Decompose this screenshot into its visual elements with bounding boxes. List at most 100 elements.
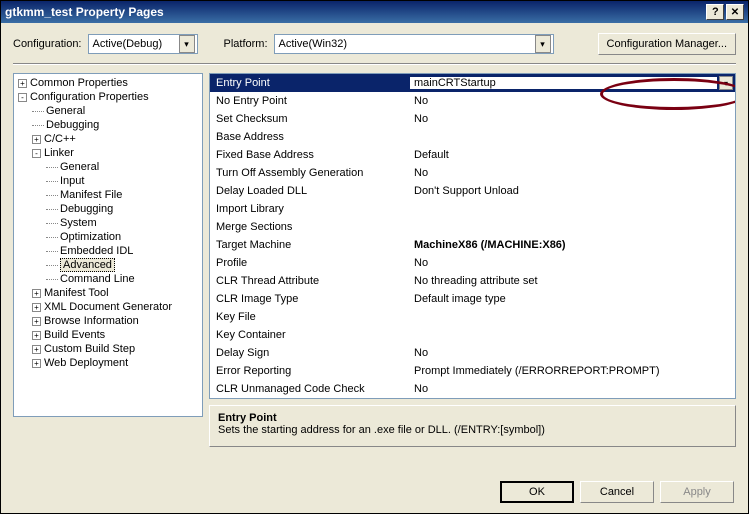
expand-icon[interactable]: +: [32, 135, 41, 144]
close-icon[interactable]: ✕: [726, 4, 744, 20]
property-value[interactable]: MachineX86 (/MACHINE:X86): [410, 239, 735, 251]
tree-item[interactable]: Input: [16, 174, 200, 188]
tree-item[interactable]: +C/C++: [16, 132, 200, 146]
expand-icon[interactable]: -: [18, 93, 27, 102]
property-value[interactable]: Prompt Immediately (/ERRORREPORT:PROMPT): [410, 365, 735, 377]
grid-row[interactable]: Delay Loaded DLLDon't Support Unload: [210, 182, 735, 200]
tree-connector: [46, 279, 58, 280]
tree-item[interactable]: Debugging: [16, 118, 200, 132]
tree-item-label: Custom Build Step: [44, 343, 135, 355]
tree-item[interactable]: +Build Events: [16, 328, 200, 342]
grid-row[interactable]: No Entry PointNo: [210, 92, 735, 110]
tree-item[interactable]: -Linker: [16, 146, 200, 160]
tree-item-label: Common Properties: [30, 77, 128, 89]
tree-item[interactable]: Command Line: [16, 272, 200, 286]
tree-item[interactable]: Manifest File: [16, 188, 200, 202]
grid-row[interactable]: CLR Unmanaged Code CheckNo: [210, 380, 735, 398]
tree-item-label: C/C++: [44, 133, 76, 145]
tree-item[interactable]: +Browse Information: [16, 314, 200, 328]
expand-icon[interactable]: +: [32, 359, 41, 368]
description-panel: Entry Point Sets the starting address fo…: [209, 405, 736, 447]
expand-icon[interactable]: +: [18, 79, 27, 88]
property-value[interactable]: No: [410, 95, 735, 107]
svg-text:?: ?: [712, 7, 719, 17]
tree-item-label: Debugging: [46, 119, 99, 131]
tree-connector: [46, 181, 58, 182]
configuration-manager-button[interactable]: Configuration Manager...: [598, 33, 736, 55]
platform-combo[interactable]: Active(Win32): [274, 34, 554, 54]
dropdown-icon[interactable]: ▾: [719, 76, 733, 90]
grid-row[interactable]: Key Container: [210, 326, 735, 344]
property-value[interactable]: No: [410, 383, 735, 395]
tree-connector: [46, 167, 58, 168]
tree-item-label: System: [60, 217, 97, 229]
grid-row[interactable]: Key File: [210, 308, 735, 326]
expand-icon[interactable]: +: [32, 345, 41, 354]
property-name: Entry Point: [210, 77, 410, 89]
help-icon[interactable]: ?: [706, 4, 724, 20]
tree-item[interactable]: +Common Properties: [16, 76, 200, 90]
property-name: Merge Sections: [210, 221, 410, 233]
tree-item[interactable]: System: [16, 216, 200, 230]
ok-button[interactable]: OK: [500, 481, 574, 503]
property-value[interactable]: No: [410, 257, 735, 269]
configuration-combo[interactable]: Active(Debug): [88, 34, 198, 54]
expand-icon[interactable]: -: [32, 149, 41, 158]
tree-connector: [32, 111, 44, 112]
tree-item-label: Embedded IDL: [60, 245, 133, 257]
property-name: CLR Image Type: [210, 293, 410, 305]
expand-icon[interactable]: +: [32, 317, 41, 326]
tree-connector: [46, 223, 58, 224]
titlebar-buttons: ? ✕: [706, 4, 744, 20]
grid-row[interactable]: ProfileNo: [210, 254, 735, 272]
tree-item-label: Optimization: [60, 231, 121, 243]
tree-item[interactable]: Debugging: [16, 202, 200, 216]
grid-row[interactable]: Delay SignNo: [210, 344, 735, 362]
titlebar: gtkmm_test Property Pages ? ✕: [1, 1, 748, 23]
tree-item[interactable]: Embedded IDL: [16, 244, 200, 258]
tree-item[interactable]: +Web Deployment: [16, 356, 200, 370]
property-value[interactable]: Default: [410, 149, 735, 161]
expand-icon[interactable]: +: [32, 289, 41, 298]
grid-row[interactable]: CLR Image TypeDefault image type: [210, 290, 735, 308]
property-name: Base Address: [210, 131, 410, 143]
expand-icon[interactable]: +: [32, 303, 41, 312]
tree-item[interactable]: General: [16, 160, 200, 174]
property-value[interactable]: No: [410, 167, 735, 179]
tree-item[interactable]: Optimization: [16, 230, 200, 244]
tree-view[interactable]: +Common Properties-Configuration Propert…: [13, 73, 203, 417]
tree-item-label: Advanced: [60, 258, 115, 272]
tree-item[interactable]: +Custom Build Step: [16, 342, 200, 356]
tree-item[interactable]: -Configuration Properties: [16, 90, 200, 104]
grid-row[interactable]: CLR Thread AttributeNo threading attribu…: [210, 272, 735, 290]
apply-button[interactable]: Apply: [660, 481, 734, 503]
grid-row[interactable]: Base Address: [210, 128, 735, 146]
grid-row[interactable]: Target MachineMachineX86 (/MACHINE:X86): [210, 236, 735, 254]
tree-item[interactable]: Advanced: [16, 258, 200, 272]
property-value[interactable]: mainCRTStartup: [410, 77, 717, 89]
tree-item-label: Input: [60, 175, 84, 187]
grid-row[interactable]: Turn Off Assembly GenerationNo: [210, 164, 735, 182]
property-name: Key Container: [210, 329, 410, 341]
cancel-button[interactable]: Cancel: [580, 481, 654, 503]
tree-item-label: Linker: [44, 147, 74, 159]
grid-row[interactable]: Import Library: [210, 200, 735, 218]
grid-row[interactable]: Fixed Base AddressDefault: [210, 146, 735, 164]
property-value[interactable]: No threading attribute set: [410, 275, 735, 287]
expand-icon[interactable]: +: [32, 331, 41, 340]
grid-row[interactable]: Merge Sections: [210, 218, 735, 236]
property-name: No Entry Point: [210, 95, 410, 107]
property-value[interactable]: Default image type: [410, 293, 735, 305]
tree-item[interactable]: +XML Document Generator: [16, 300, 200, 314]
grid-row[interactable]: Error ReportingPrompt Immediately (/ERRO…: [210, 362, 735, 380]
property-value[interactable]: No: [410, 347, 735, 359]
grid-row[interactable]: Set ChecksumNo: [210, 110, 735, 128]
top-controls: Configuration: Active(Debug) Platform: A…: [1, 23, 748, 63]
tree-item-label: Command Line: [60, 273, 135, 285]
tree-item[interactable]: General: [16, 104, 200, 118]
tree-item[interactable]: +Manifest Tool: [16, 286, 200, 300]
property-value[interactable]: No: [410, 113, 735, 125]
property-value[interactable]: Don't Support Unload: [410, 185, 735, 197]
property-grid[interactable]: ▾ Entry PointmainCRTStartupNo Entry Poin…: [209, 73, 736, 399]
grid-row[interactable]: Entry PointmainCRTStartup: [210, 74, 735, 92]
